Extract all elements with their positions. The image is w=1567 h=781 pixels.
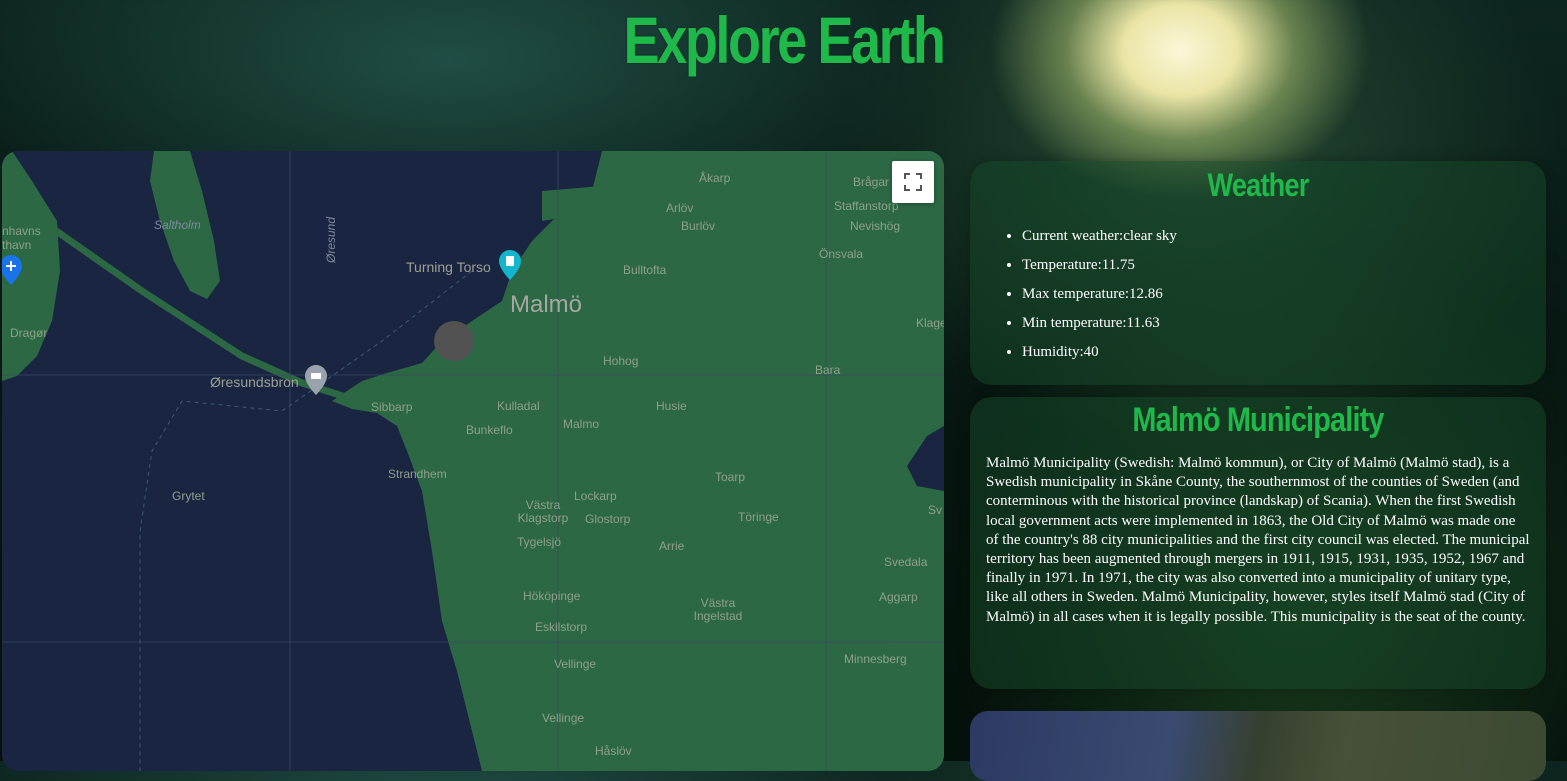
- label-strandhem: Strandhem: [388, 467, 447, 481]
- label-akarp: Åkarp: [699, 171, 731, 185]
- airport-pin-icon[interactable]: [2, 255, 22, 285]
- label-grytet: Grytet: [172, 489, 205, 503]
- label-malmo-small: Malmo: [563, 417, 600, 431]
- label-arrie: Arrie: [659, 539, 685, 553]
- location-marker[interactable]: [434, 321, 474, 361]
- label-oresundsbron: Øresundsbron: [210, 374, 299, 390]
- label-malmo: Malmö: [510, 291, 583, 318]
- label-eskilstorp: Eskilstorp: [535, 620, 588, 634]
- label-vellinge-2: Vellinge: [542, 711, 585, 725]
- label-haslov: Håslöv: [595, 744, 632, 758]
- page-title: Explore Earth: [623, 3, 946, 77]
- label-staffanstorp: Staffanstorp: [834, 199, 899, 213]
- fullscreen-icon: [904, 173, 922, 191]
- label-burlov: Burlöv: [681, 219, 716, 233]
- label-hohog: Hohog: [603, 354, 639, 368]
- label-toarp: Toarp: [715, 470, 746, 484]
- label-sibbarp: Sibbarp: [371, 400, 413, 414]
- weather-humidity: Humidity:40: [1022, 338, 1546, 367]
- label-svedala: Svedala: [884, 555, 928, 569]
- weather-current: Current weather:clear sky: [1022, 222, 1546, 251]
- weather-panel: Weather Current weather:clear sky Temper…: [970, 161, 1546, 385]
- label-hokopinge: Hököpinge: [523, 589, 581, 603]
- label-vastra-ingelstad: Västra Ingelstad: [693, 596, 743, 623]
- label-onsvala: Önsvala: [819, 247, 864, 261]
- weather-max-temperature: Max temperature:12.86: [1022, 280, 1546, 309]
- weather-heading: Weather: [1207, 167, 1310, 203]
- label-bragar: Brågar: [853, 175, 890, 189]
- weather-min-temperature: Min temperature:11.63: [1022, 309, 1546, 338]
- municipality-panel: Malmö Municipality Malmö Municipality (S…: [970, 397, 1546, 689]
- label-vellinge: Vellinge: [554, 657, 597, 671]
- label-toringe: Töringe: [738, 510, 779, 524]
- label-bunkeflo: Bunkeflo: [466, 423, 513, 437]
- label-tygelsjo: Tygelsjö: [517, 535, 562, 549]
- label-husie: Husie: [656, 399, 687, 413]
- map-canvas[interactable]: [2, 151, 944, 771]
- label-minnesberg: Minnesberg: [844, 652, 907, 666]
- satellite-image: [970, 711, 1546, 781]
- label-nevishog: Nevishög: [850, 219, 901, 233]
- label-glostorp: Glostorp: [585, 512, 631, 526]
- municipality-heading: Malmö Municipality: [1132, 401, 1384, 439]
- label-dragor: Dragør: [10, 326, 48, 340]
- label-arlov: Arlöv: [666, 201, 694, 215]
- map-view[interactable]: Malmö Turning Torso Øresundsbron Åkarp A…: [2, 151, 944, 771]
- municipality-description: Malmö Municipality (Swedish: Malmö kommu…: [986, 455, 1530, 625]
- label-aggarp: Aggarp: [879, 590, 918, 604]
- label-bara: Bara: [815, 363, 841, 377]
- landmark-pin-icon[interactable]: [499, 250, 521, 280]
- fullscreen-button[interactable]: [892, 161, 934, 203]
- label-bulltofta: Bulltofta: [623, 263, 667, 277]
- label-vastra-klagstorp: Västra Klagstorp: [517, 498, 569, 525]
- label-lockarp: Lockarp: [574, 489, 617, 503]
- label-kastrup: nhavns thavn: [2, 224, 41, 252]
- label-kulladal: Kulladal: [497, 399, 540, 413]
- label-sv: Sv: [928, 503, 943, 517]
- label-oresund: Øresund: [324, 216, 338, 263]
- weather-temperature: Temperature:11.75: [1022, 251, 1546, 280]
- label-saltholm: Saltholm: [154, 218, 201, 232]
- weather-list: Current weather:clear sky Temperature:11…: [970, 222, 1546, 367]
- bridge-pin-icon[interactable]: [305, 365, 327, 395]
- label-klage: Klage: [916, 316, 944, 330]
- label-turning-torso: Turning Torso: [406, 259, 491, 275]
